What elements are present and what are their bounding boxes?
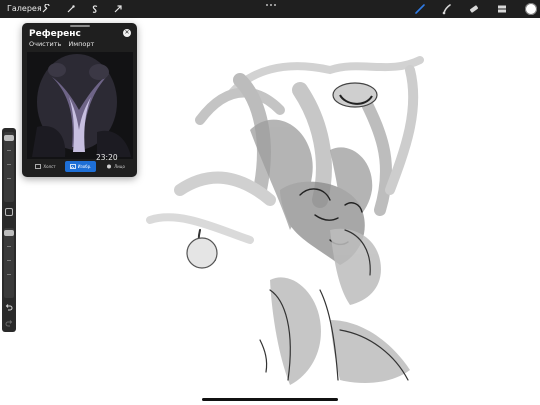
top-toolbar: Галерея [0,0,540,18]
tab-image-label: Изобр. [77,164,92,169]
arrow-cursor-icon [114,5,122,13]
wrench-icon [42,4,50,13]
undo-icon [5,304,13,311]
smudge-icon [442,4,451,15]
tab-face-label: Лицо [114,164,125,169]
opacity-slider[interactable] [4,228,14,298]
image-icon [69,164,76,169]
eraser-icon [469,5,479,13]
face-icon [107,164,112,169]
slider-tick [7,164,11,165]
opacity-thumb[interactable] [4,230,14,236]
slider-tick [7,246,11,247]
selection-s-icon [92,5,98,13]
color-picker-button[interactable] [525,3,537,15]
slider-tick [7,274,11,275]
reference-mode-tabs: Холст Изобр. Лицо [30,161,131,172]
tab-image[interactable]: Изобр. [65,161,96,172]
redo-icon [5,320,13,327]
tab-face[interactable]: Лицо [100,161,131,172]
layers-button[interactable] [496,3,508,15]
tab-canvas[interactable]: Холст [30,161,61,172]
import-button[interactable]: Импорт [68,40,94,48]
brush-tool-button[interactable] [414,3,426,15]
magic-wand-icon [67,5,75,13]
reference-panel[interactable]: Референс ✕ Очистить Импорт 23:20 Холст И… [22,23,137,177]
brush-size-thumb[interactable] [4,135,14,141]
smudge-tool-button[interactable] [441,3,453,15]
slider-tick [7,150,11,151]
layers-icon [498,5,506,13]
modify-button[interactable] [5,208,13,216]
adjustments-button[interactable] [65,3,77,15]
actions-button[interactable] [40,3,52,15]
close-button[interactable]: ✕ [123,29,131,37]
left-sidebar [2,128,16,332]
brush-icon [415,4,425,14]
selection-button[interactable] [89,3,101,15]
close-icon: ✕ [124,29,130,36]
reference-photo [27,52,133,159]
panel-drag-handle[interactable] [70,25,90,27]
more-options-dots[interactable] [265,1,277,9]
home-indicator [202,398,338,401]
brush-size-slider[interactable] [4,132,14,202]
panel-actions: Очистить Импорт [29,40,94,48]
slider-tick [7,178,11,179]
panel-title: Референс [29,29,81,39]
eraser-tool-button[interactable] [468,3,480,15]
clear-button[interactable]: Очистить [29,40,61,48]
undo-button[interactable] [4,302,14,312]
transform-button[interactable] [112,3,124,15]
redo-button[interactable] [4,318,14,328]
gallery-button[interactable]: Галерея [7,3,42,14]
slider-tick [7,260,11,261]
reference-image[interactable] [27,52,133,159]
canvas-icon [35,164,42,169]
tab-canvas-label: Холст [43,164,56,169]
